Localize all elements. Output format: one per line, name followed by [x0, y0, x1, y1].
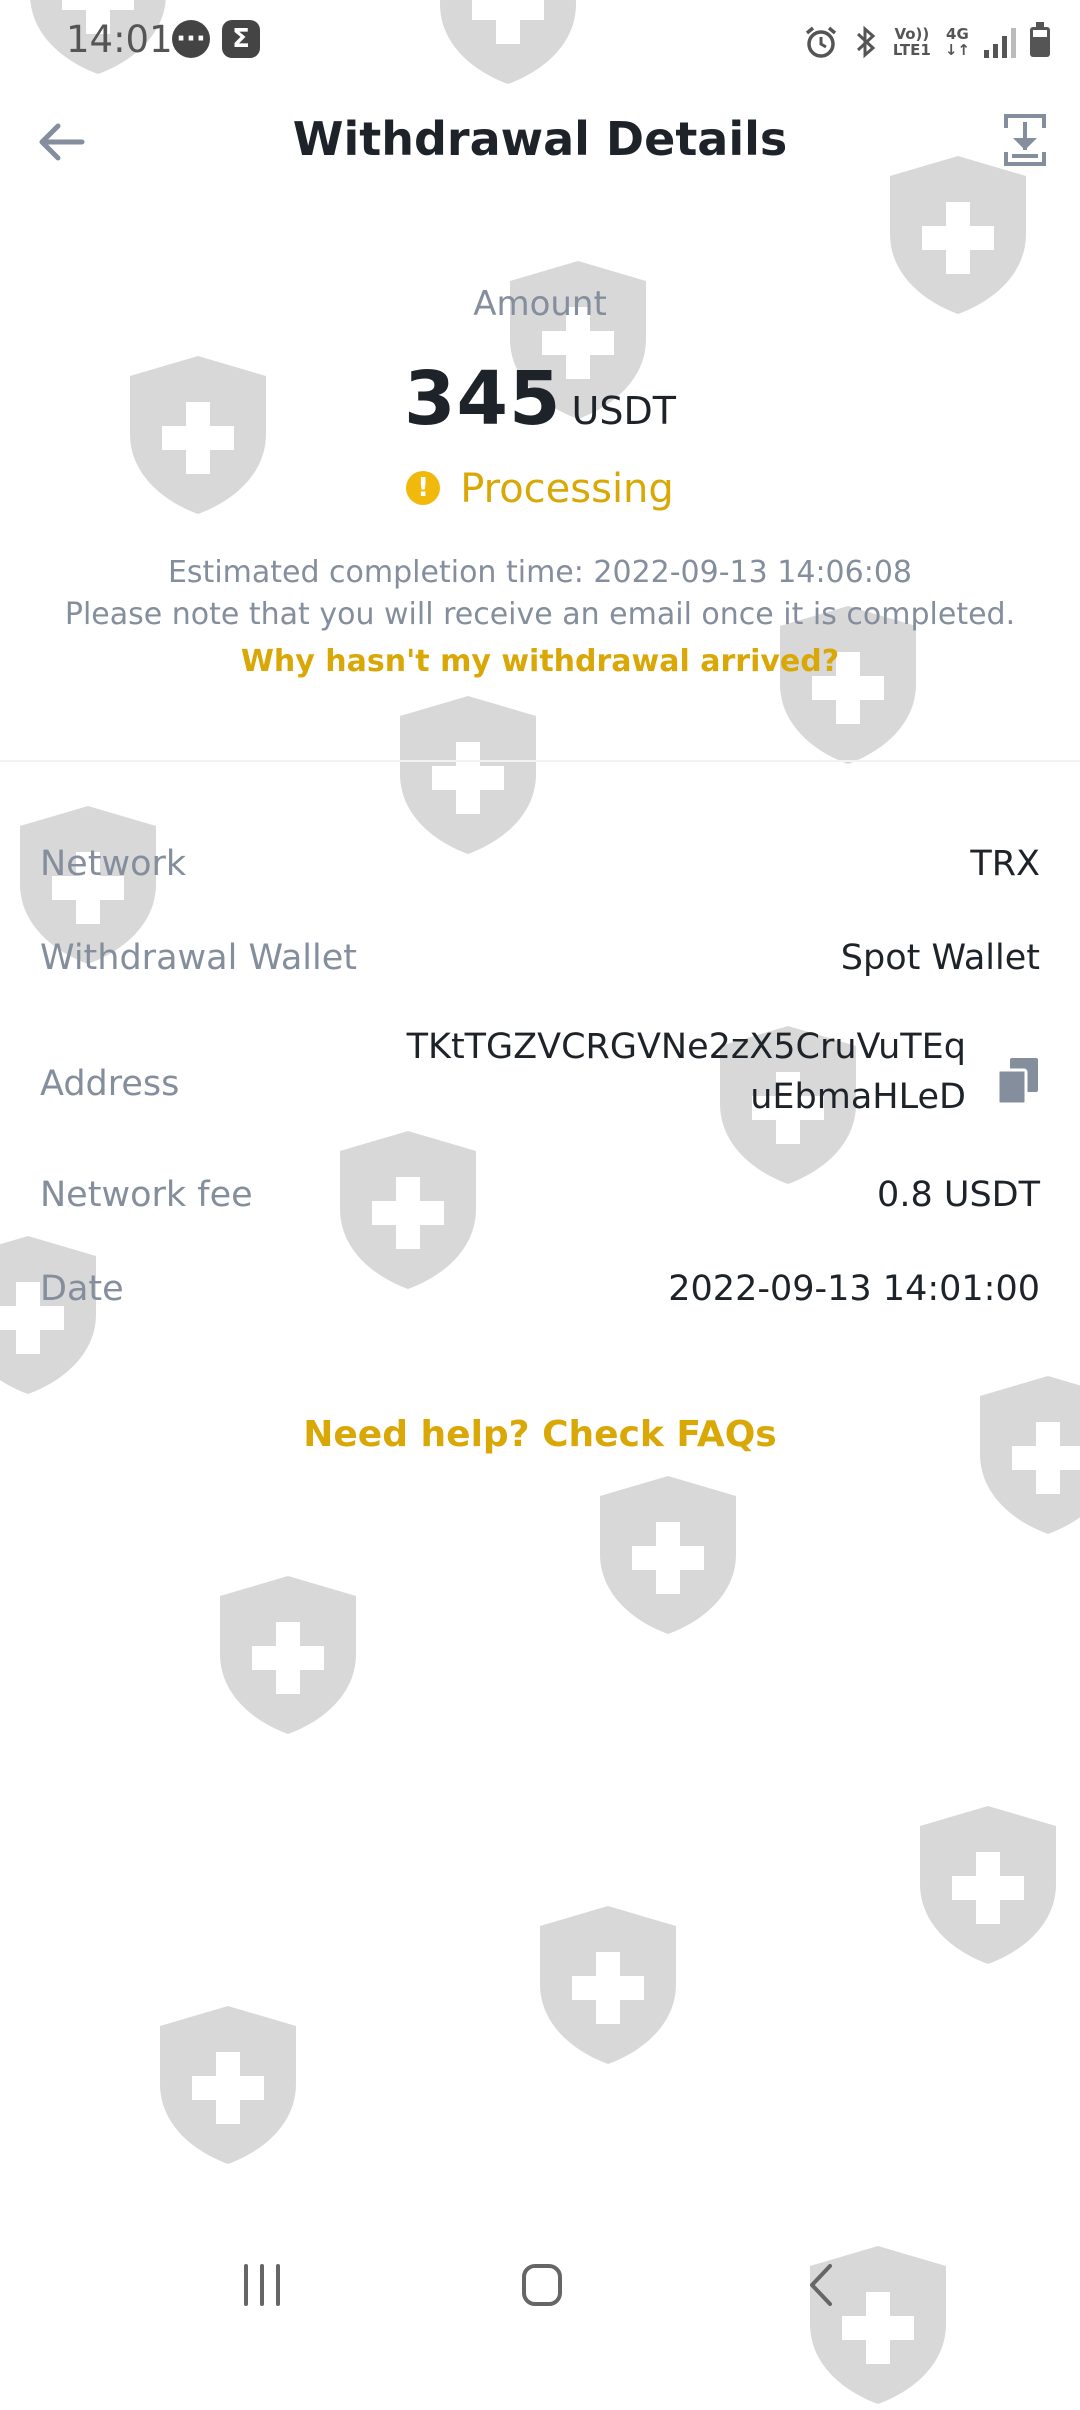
wallet-value: Spot Wallet — [840, 938, 1040, 978]
section-divider — [0, 760, 1080, 762]
wallet-label: Withdrawal Wallet — [40, 938, 357, 978]
network-label: Network — [40, 844, 187, 884]
address-value[interactable]: TKtTGZVCRGVNe2zX5CruVuTEquEbmaHLeD — [406, 1022, 966, 1122]
page-title: Withdrawal Details — [292, 112, 788, 166]
alarm-icon — [805, 26, 836, 58]
system-back-button[interactable] — [782, 2250, 862, 2320]
amount-label: Amount — [473, 284, 607, 324]
download-icon — [1004, 114, 1046, 166]
screen: 14:01 ··· Σ Vo)) LTE1 4G ↓↑ Withdrawal D… — [0, 0, 1080, 2340]
network-value: TRX — [970, 844, 1040, 884]
chat-bubble-icon: ··· — [172, 20, 210, 58]
signal-icon — [984, 26, 1016, 58]
sigma-icon: Σ — [222, 20, 260, 58]
copy-address-button[interactable] — [996, 1056, 1040, 1106]
detail-row-address: Address TKtTGZVCRGVNe2zX5CruVuTEquEbmaHL… — [40, 1022, 1040, 1146]
volte-icon: Vo)) LTE1 — [892, 25, 931, 59]
status-indicator: ! Processing — [0, 466, 1080, 512]
amount-value: 345 — [404, 356, 562, 442]
battery-icon — [1030, 22, 1050, 57]
why-not-arrived-link[interactable]: Why hasn't my withdrawal arrived? — [0, 644, 1080, 679]
email-note-text: Please note that you will receive an ema… — [64, 597, 1016, 632]
system-nav-bar — [0, 2220, 1080, 2340]
estimated-completion-text: Estimated completion time: 2022-09-13 14… — [167, 555, 913, 590]
chevron-left-icon — [810, 2264, 832, 2306]
detail-row-wallet: Withdrawal Wallet Spot Wallet — [40, 928, 1040, 988]
amount-display: 345 USDT — [0, 356, 1080, 442]
faq-link[interactable]: Need help? Check FAQs — [0, 1414, 1080, 1455]
detail-row-fee: Network fee 0.8 USDT — [40, 1165, 1040, 1225]
recent-apps-icon — [244, 2264, 280, 2306]
warning-icon: ! — [406, 471, 441, 505]
status-text: Processing — [460, 466, 674, 512]
date-value: 2022-09-13 14:01:00 — [668, 1269, 1040, 1309]
recent-apps-button[interactable] — [222, 2250, 302, 2320]
fee-value: 0.8 USDT — [877, 1175, 1040, 1215]
download-button[interactable] — [1000, 112, 1050, 168]
status-icons: Vo)) LTE1 4G ↓↑ — [803, 20, 1050, 64]
bluetooth-icon — [856, 25, 876, 59]
detail-row-network: Network TRX — [40, 834, 1040, 894]
home-icon — [522, 2264, 562, 2306]
address-label: Address — [40, 1064, 180, 1104]
4g-icon: 4G ↓↑ — [944, 25, 970, 59]
date-label: Date — [40, 1269, 124, 1309]
fee-label: Network fee — [40, 1175, 253, 1215]
amount-unit: USDT — [571, 389, 676, 433]
home-button[interactable] — [502, 2250, 582, 2320]
copy-icon — [996, 1058, 1038, 1106]
detail-row-date: Date 2022-09-13 14:01:00 — [40, 1259, 1040, 1319]
status-time: 14:01 — [66, 18, 173, 61]
status-bar: 14:01 ··· Σ Vo)) LTE1 4G ↓↑ — [0, 0, 1080, 84]
